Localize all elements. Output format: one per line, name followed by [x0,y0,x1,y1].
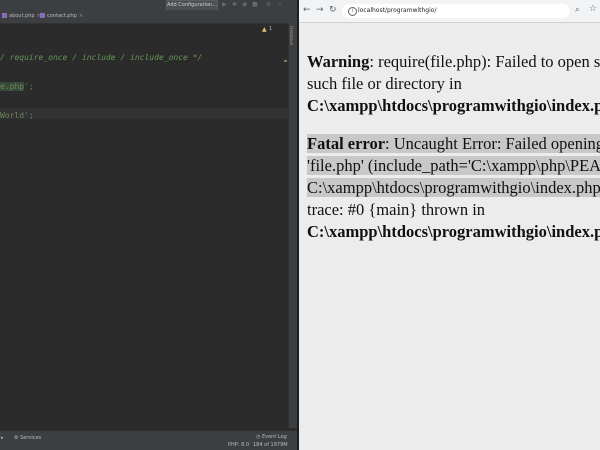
right-tool-strip [288,23,297,428]
zoom-icon[interactable]: ⌕ [575,5,579,15]
warning-message-line-1: Warning: require(file.php): Failed to op… [307,51,600,73]
reload-icon[interactable]: ↻ [329,5,337,15]
code-line-require: e.php'; [0,82,34,91]
code-fragment-highlighted: e.php [0,82,25,91]
fatal-error-text: : Uncaught Error: Failed opening [385,134,600,153]
services-tool-tab[interactable]: ⚙ Services [14,435,41,441]
settings-icon[interactable]: ⚙ [266,2,272,8]
info-icon[interactable]: i [348,7,357,16]
url-text[interactable]: localhost/programwithgio/ [358,4,436,18]
fatal-error-path: C:\xampp\htdocs\programwithgio\index.p [307,222,600,241]
code-line-comment: / require_once / include / include_once … [0,53,203,62]
event-log-button[interactable]: ◷ Event Log [256,434,287,440]
error-stripe-marker[interactable] [284,60,287,62]
event-log-label: Event Log [261,434,287,440]
search-icon[interactable]: ⌕ [278,2,284,8]
star-icon[interactable]: ☆ [589,4,597,14]
fatal-error-line-2: 'file.php' (include_path='C:\xampp\php\P… [307,155,600,177]
address-bar[interactable]: i localhost/programwithgio/ [342,4,570,18]
coverage-icon[interactable]: ◉ [242,2,248,8]
memory-indicator[interactable]: 184 of 1979M [253,442,288,448]
php-file-icon [2,13,7,18]
tab-label: about.php [9,13,35,19]
tab-about-php[interactable]: about.php × [2,10,41,23]
arrow-right-icon[interactable]: → [316,5,324,15]
fatal-error-label: Fatal error [307,134,386,153]
warning-label: Warning [307,52,370,71]
ide-window: Add Configuration... ▶ ✱ ◉ ■ ⚙ ⌕ about.p… [0,0,297,450]
services-label: Services [20,435,42,441]
php-file-icon [40,13,45,18]
page-content: Warning: require(file.php): Failed to op… [299,23,600,450]
browser-toolbar: ← → ↻ i localhost/programwithgio/ ⌕ ☆ [299,0,600,23]
arrow-left-icon[interactable]: ← [303,5,311,15]
current-line-highlight [0,108,288,119]
warning-message-line-2: such file or directory in [307,74,462,93]
code-editor[interactable]: / require_once / include / include_once … [0,24,288,428]
ide-toolbar: Add Configuration... ▶ ✱ ◉ ■ ⚙ ⌕ [0,0,297,11]
fatal-error-line-3: C:\xampp\htdocs\programwithgio\index.php [307,177,600,199]
warning-text: : require(file.php): Failed to open s [369,52,600,71]
run-icon[interactable]: ▶ [222,2,228,8]
fatal-error-line-4: trace: #0 {main} thrown in [307,200,486,219]
services-icon[interactable]: ▸ [1,435,4,441]
code-line-string: World'; [0,111,34,120]
close-icon[interactable]: × [79,13,83,19]
fatal-error-include-path: 'file.php' (include_path='C:\xampp\php\P… [307,156,600,175]
database-tool-tab[interactable]: Database [289,26,294,45]
tab-label: contact.php [47,13,77,19]
code-fragment: '; [24,82,34,91]
status-bar: ▸ ⚙ Services ◷ Event Log PHP: 8.0 184 of… [0,430,297,450]
warning-path: C:\xampp\htdocs\programwithgio\index.p [307,96,600,115]
browser-window: ← → ↻ i localhost/programwithgio/ ⌕ ☆ Wa… [297,0,600,450]
stop-icon[interactable]: ■ [252,2,258,8]
php-version[interactable]: PHP: 8.0 [228,442,249,448]
fatal-error-file: C:\xampp\htdocs\programwithgio\index.php [307,178,600,197]
editor-tabs: about.php × contact.php × [0,10,297,24]
fatal-error-line-1: Fatal error: Uncaught Error: Failed open… [307,133,600,155]
warning-icon[interactable]: ▲ [262,26,267,33]
warning-count: 1 [269,26,273,32]
tab-contact-php[interactable]: contact.php × [40,10,83,23]
debug-icon[interactable]: ✱ [232,2,238,8]
